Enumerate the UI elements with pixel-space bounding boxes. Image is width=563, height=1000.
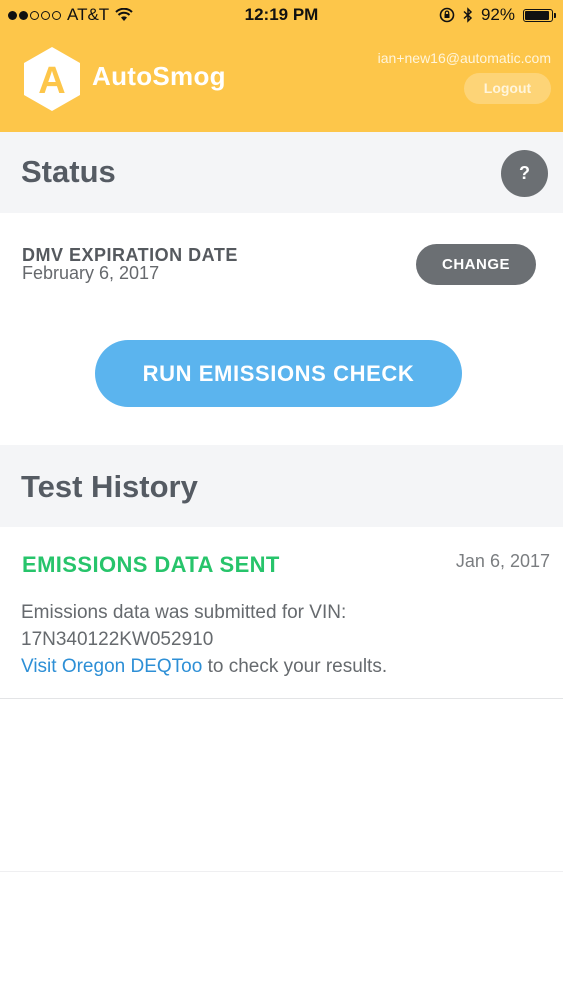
- dmv-expiration-date: February 6, 2017: [22, 263, 160, 283]
- change-button[interactable]: CHANGE: [416, 244, 536, 285]
- oregon-deq-link[interactable]: Visit Oregon DEQToo: [21, 656, 202, 677]
- autosmog-logo-icon: A: [24, 47, 80, 111]
- status-title: Status: [21, 154, 116, 189]
- ios-status-bar: AT&T 12:19 PM 92%: [0, 0, 563, 30]
- status-section-header: Status: [0, 132, 563, 213]
- app-header: AT&T 12:19 PM 92% A AutoSmog ian+new16@a: [0, 0, 563, 132]
- logout-button[interactable]: Logout: [464, 73, 551, 104]
- test-history-header: Test History: [0, 445, 563, 527]
- help-button[interactable]: ?: [501, 150, 548, 197]
- divider: [0, 871, 563, 872]
- run-emissions-check-button[interactable]: RUN EMISSIONS CHECK: [95, 340, 462, 407]
- status-right: 92%: [439, 5, 556, 25]
- history-link-line: Visit Oregon DEQToo to check your result…: [21, 653, 541, 680]
- logo-letter: A: [38, 60, 65, 102]
- battery-icon: [523, 8, 556, 22]
- test-history-title: Test History: [21, 469, 198, 504]
- rotation-lock-icon: [439, 7, 455, 23]
- history-status-label: EMISSIONS DATA SENT: [22, 552, 280, 577]
- bluetooth-icon: [463, 7, 473, 23]
- user-email: ian+new16@automatic.com: [377, 50, 551, 66]
- history-link-suffix: to check your results.: [202, 656, 388, 677]
- history-message-line: Emissions data was submitted for VIN:: [21, 602, 347, 623]
- divider: [0, 698, 563, 699]
- battery-percent: 92%: [480, 5, 515, 24]
- history-message: Emissions data was submitted for VIN: 17…: [21, 599, 541, 680]
- history-date: Jan 6, 2017: [455, 551, 550, 571]
- history-vin: 17N340122KW052910: [21, 629, 214, 650]
- brand-name: AutoSmog: [92, 61, 226, 91]
